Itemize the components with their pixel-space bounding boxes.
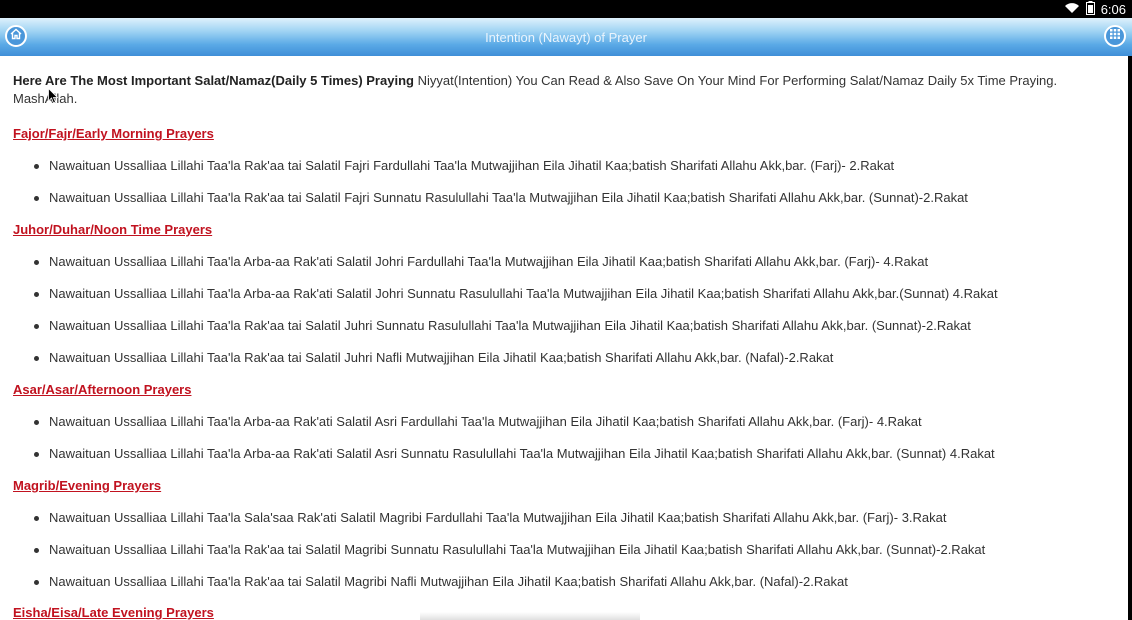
section-heading-eisha[interactable]: Eisha/Eisa/Late Evening Prayers bbox=[13, 605, 214, 620]
status-time: 6:06 bbox=[1100, 1, 1126, 17]
menu-grid-button[interactable] bbox=[1104, 25, 1126, 47]
section-heading-magrib[interactable]: Magrib/Evening Prayers bbox=[13, 478, 161, 494]
page-title: Intention (Nawayt) of Prayer bbox=[485, 30, 647, 45]
section-heading-fajr[interactable]: Fajor/Fajr/Early Morning Prayers bbox=[13, 126, 214, 142]
status-bar: 6:06 bbox=[0, 0, 1132, 18]
content-scroll-area[interactable]: Here Are The Most Important Salat/Namaz(… bbox=[0, 56, 1128, 620]
section-heading-asar[interactable]: Asar/Asar/Afternoon Prayers bbox=[13, 382, 191, 398]
action-bar: Intention (Nawayt) of Prayer bbox=[0, 18, 1132, 56]
bottom-shadow bbox=[420, 612, 640, 620]
status-icons: 6:06 bbox=[1064, 0, 1126, 18]
grid-icon bbox=[1109, 27, 1121, 45]
wifi-icon bbox=[1064, 2, 1080, 17]
battery-icon bbox=[1085, 0, 1095, 18]
intro-bold: Here Are The Most Important Salat/Namaz(… bbox=[13, 73, 414, 88]
mouse-cursor-icon bbox=[48, 87, 59, 109]
section-heading-juhor[interactable]: Juhor/Duhar/Noon Time Prayers bbox=[13, 222, 212, 238]
intro-paragraph: Here Are The Most Important Salat/Namaz(… bbox=[13, 72, 1113, 108]
